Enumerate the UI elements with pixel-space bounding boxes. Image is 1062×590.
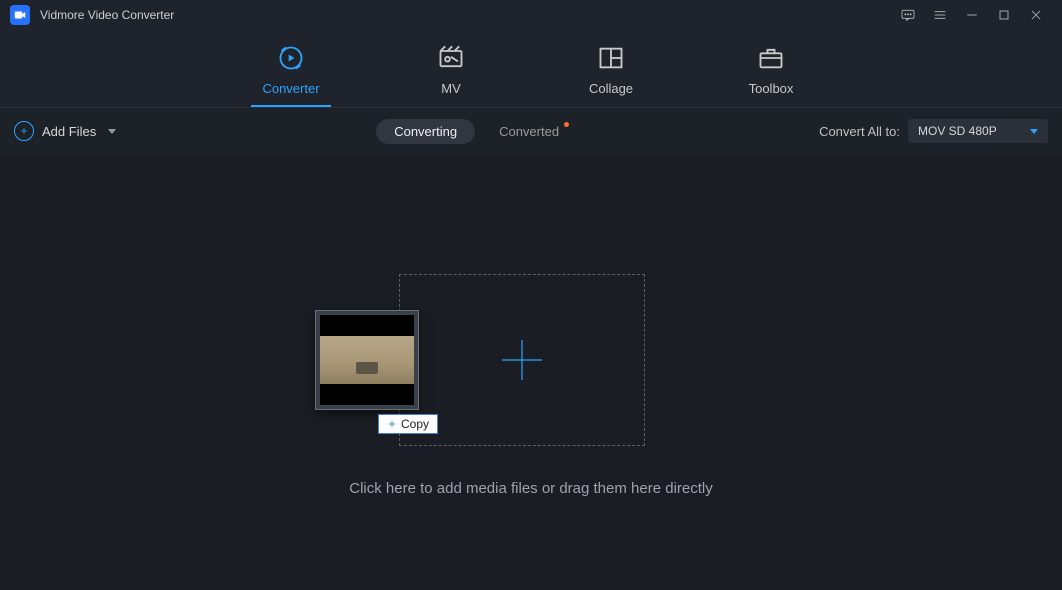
convert-all-label: Convert All to: xyxy=(819,124,900,139)
nav-label: Converter xyxy=(262,81,319,96)
nav-converter[interactable]: Converter xyxy=(251,30,331,107)
format-selected-value: MOV SD 480P xyxy=(918,124,997,138)
tab-converted-label: Converted xyxy=(499,124,559,139)
caret-down-icon xyxy=(108,129,116,134)
tab-converting[interactable]: Converting xyxy=(376,119,475,144)
notification-dot-icon xyxy=(564,122,569,127)
plus-icon xyxy=(498,336,546,384)
add-files-button[interactable]: Add Files xyxy=(14,121,116,141)
title-bar: Vidmore Video Converter xyxy=(0,0,1062,30)
collage-icon xyxy=(597,41,625,75)
copy-badge-label: Copy xyxy=(401,417,429,431)
dragged-media-thumbnail[interactable] xyxy=(315,310,419,410)
app-title: Vidmore Video Converter xyxy=(40,8,174,22)
close-button[interactable] xyxy=(1020,0,1052,30)
tab-converted[interactable]: Converted xyxy=(499,124,559,139)
menu-icon[interactable] xyxy=(924,0,956,30)
app-logo-icon xyxy=(10,5,30,25)
mv-icon xyxy=(437,41,465,75)
format-select[interactable]: MOV SD 480P xyxy=(908,119,1048,143)
nav-label: Toolbox xyxy=(749,81,794,96)
nav-label: Collage xyxy=(589,81,633,96)
stage: Copy Click here to add media files or dr… xyxy=(0,154,1062,590)
minimize-button[interactable] xyxy=(956,0,988,30)
toolbar: Add Files Converting Converted Convert A… xyxy=(0,108,1062,154)
caret-down-icon xyxy=(1030,129,1038,134)
nav-collage[interactable]: Collage xyxy=(571,30,651,107)
maximize-button[interactable] xyxy=(988,0,1020,30)
nav-mv[interactable]: MV xyxy=(411,30,491,107)
copy-badge: Copy xyxy=(378,414,438,434)
dropzone-hint: Click here to add media files or drag th… xyxy=(0,480,1062,497)
feedback-icon[interactable] xyxy=(892,0,924,30)
main-nav: Converter MV Collage Toolbox xyxy=(0,30,1062,108)
toolbox-icon xyxy=(757,41,785,75)
add-files-label: Add Files xyxy=(42,124,96,139)
nav-label: MV xyxy=(441,81,461,96)
plus-icon xyxy=(387,419,397,429)
plus-circle-icon xyxy=(14,121,34,141)
thumbnail-preview xyxy=(320,315,414,405)
nav-toolbox[interactable]: Toolbox xyxy=(731,30,811,107)
converter-icon xyxy=(277,41,305,75)
